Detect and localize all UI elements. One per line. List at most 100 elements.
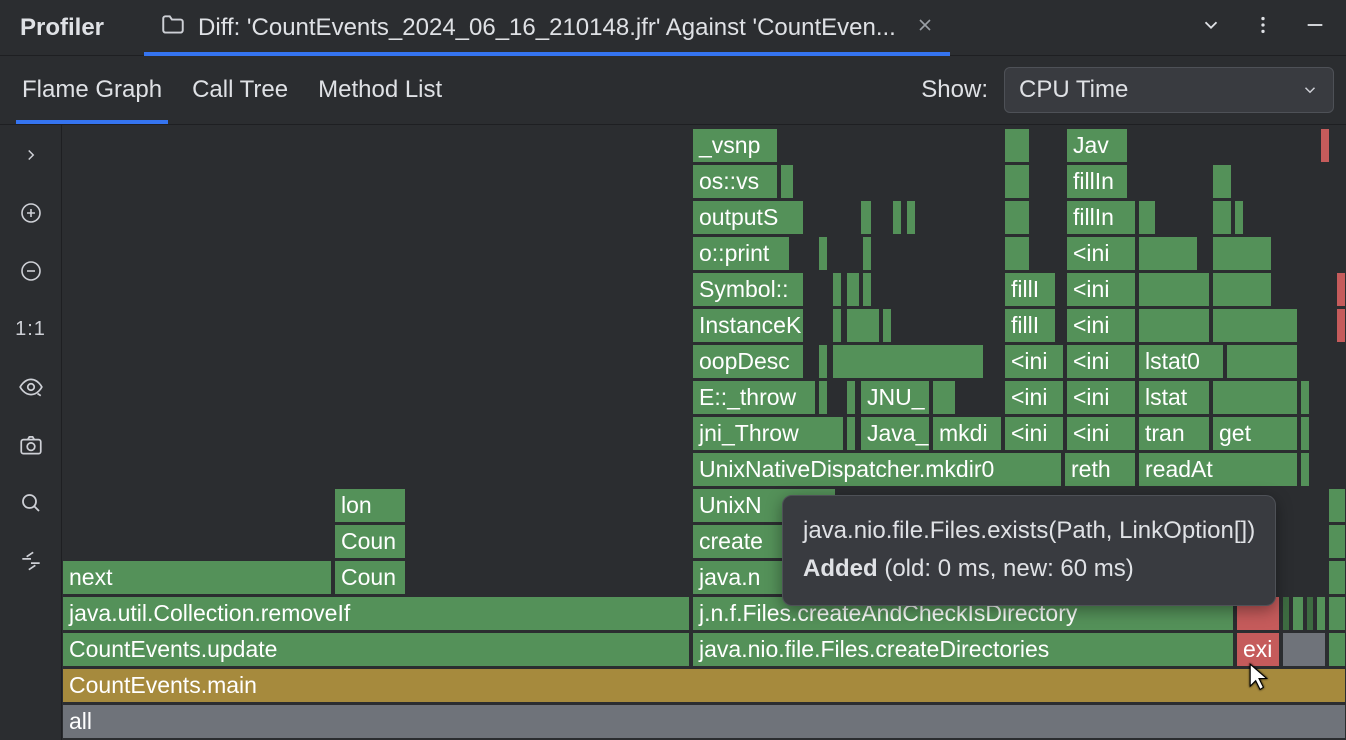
flame-frame[interactable]	[1138, 236, 1198, 271]
flame-frame[interactable]: CountEvents.main	[62, 668, 1346, 703]
flame-frame[interactable]: fillIn	[1066, 200, 1136, 235]
flame-frame[interactable]	[1212, 164, 1232, 199]
flame-frame[interactable]	[1328, 488, 1346, 523]
flame-frame[interactable]	[1336, 308, 1346, 343]
flame-frame[interactable]	[818, 380, 828, 415]
reset-zoom-button[interactable]: 1:1	[15, 313, 47, 345]
minimize-icon[interactable]	[1304, 14, 1326, 41]
flame-frame[interactable]	[906, 200, 916, 235]
flame-frame[interactable]: CountEvents.update	[62, 632, 690, 667]
flame-frame[interactable]: all	[62, 704, 1346, 739]
show-dropdown[interactable]: CPU Time	[1004, 67, 1334, 113]
flame-frame[interactable]	[1138, 308, 1210, 343]
file-tab[interactable]: Diff: 'CountEvents_2024_06_16_210148.jfr…	[144, 0, 950, 55]
flame-frame[interactable]	[846, 416, 856, 451]
flame-frame[interactable]	[882, 308, 892, 343]
flame-frame[interactable]	[892, 200, 902, 235]
flame-frame[interactable]: fillI	[1004, 272, 1056, 307]
flame-frame[interactable]: reth	[1064, 452, 1136, 487]
flame-frame[interactable]	[862, 236, 872, 271]
zoom-in-icon[interactable]	[15, 197, 47, 229]
flame-frame[interactable]: Symbol::	[692, 272, 804, 307]
flame-frame[interactable]	[1212, 236, 1272, 271]
zoom-out-icon[interactable]	[15, 255, 47, 287]
flame-frame[interactable]	[1282, 632, 1326, 667]
flame-graph-area[interactable]: allCountEvents.mainCountEvents.updatejav…	[62, 125, 1346, 740]
flame-frame[interactable]: fillIn	[1066, 164, 1128, 199]
flame-frame[interactable]: Java_	[860, 416, 930, 451]
close-icon[interactable]	[916, 16, 934, 39]
flame-frame[interactable]	[932, 380, 956, 415]
flame-frame[interactable]	[1004, 164, 1030, 199]
flame-frame[interactable]	[1226, 344, 1298, 379]
flame-frame[interactable]: <ini	[1004, 416, 1064, 451]
flame-frame[interactable]	[1234, 200, 1244, 235]
tab-flame-graph[interactable]: Flame Graph	[22, 56, 162, 124]
more-vertical-icon[interactable]	[1252, 14, 1274, 41]
camera-icon[interactable]	[15, 429, 47, 461]
flame-frame[interactable]	[1138, 200, 1156, 235]
flame-frame[interactable]: <ini	[1066, 308, 1136, 343]
flame-frame[interactable]	[1212, 272, 1272, 307]
flame-frame[interactable]	[1212, 200, 1232, 235]
flame-frame[interactable]: o::print	[692, 236, 790, 271]
flame-frame[interactable]: <ini	[1066, 236, 1136, 271]
flame-frame[interactable]: lon	[334, 488, 406, 523]
flame-frame[interactable]	[860, 200, 872, 235]
flame-frame[interactable]: Coun	[334, 524, 406, 559]
flame-frame[interactable]: <ini	[1066, 416, 1136, 451]
flame-frame[interactable]	[1336, 272, 1346, 307]
flame-frame[interactable]: next	[62, 560, 332, 595]
flame-frame[interactable]: os::vs	[692, 164, 778, 199]
flame-frame[interactable]	[1004, 236, 1030, 271]
flame-frame[interactable]	[1328, 596, 1346, 631]
flame-frame[interactable]: <ini	[1066, 344, 1136, 379]
flame-frame[interactable]: java.nio.file.Files.createDirectories	[692, 632, 1234, 667]
flame-frame[interactable]	[862, 272, 872, 307]
flame-frame[interactable]	[846, 380, 856, 415]
flame-frame[interactable]: JNU_	[860, 380, 930, 415]
flame-frame[interactable]	[780, 164, 794, 199]
flame-frame[interactable]	[1004, 200, 1030, 235]
tab-call-tree[interactable]: Call Tree	[192, 56, 288, 124]
flame-frame[interactable]: fillI	[1004, 308, 1056, 343]
flame-frame[interactable]: InstanceK	[692, 308, 804, 343]
expand-icon[interactable]	[15, 139, 47, 171]
search-icon[interactable]	[15, 487, 47, 519]
flame-frame[interactable]	[818, 344, 828, 379]
flame-frame[interactable]: Jav	[1066, 128, 1128, 163]
flame-frame[interactable]	[1292, 596, 1304, 631]
eye-icon[interactable]	[15, 371, 47, 403]
flame-frame[interactable]: <ini	[1066, 380, 1136, 415]
flame-frame[interactable]: lstat0	[1138, 344, 1224, 379]
flame-frame[interactable]	[1004, 128, 1030, 163]
flame-frame[interactable]: <ini	[1066, 272, 1136, 307]
flame-frame[interactable]: _vsnp	[692, 128, 778, 163]
flame-frame[interactable]: jni_Throw	[692, 416, 844, 451]
collapse-icon[interactable]	[15, 545, 47, 577]
flame-frame[interactable]	[1316, 596, 1326, 631]
flame-frame[interactable]	[1138, 272, 1210, 307]
flame-frame[interactable]	[1306, 596, 1314, 631]
tab-method-list[interactable]: Method List	[318, 56, 442, 124]
flame-frame[interactable]	[1300, 416, 1310, 451]
flame-frame[interactable]	[1212, 308, 1298, 343]
flame-frame[interactable]: E::_throw	[692, 380, 816, 415]
flame-frame[interactable]: exi	[1236, 632, 1280, 667]
flame-frame[interactable]: mkdi	[932, 416, 1002, 451]
flame-frame[interactable]	[1328, 560, 1346, 595]
flame-frame[interactable]	[1212, 380, 1298, 415]
flame-frame[interactable]: Coun	[334, 560, 406, 595]
flame-frame[interactable]	[1282, 596, 1290, 631]
flame-frame[interactable]: java.util.Collection.removeIf	[62, 596, 690, 631]
flame-frame[interactable]: get	[1212, 416, 1298, 451]
chevron-down-icon[interactable]	[1200, 14, 1222, 41]
flame-frame[interactable]: <ini	[1004, 380, 1064, 415]
flame-frame[interactable]: lstat	[1138, 380, 1210, 415]
flame-frame[interactable]: tran	[1138, 416, 1210, 451]
flame-frame[interactable]	[832, 272, 842, 307]
flame-frame[interactable]	[832, 344, 984, 379]
flame-frame[interactable]: UnixNativeDispatcher.mkdir0	[692, 452, 1062, 487]
flame-frame[interactable]	[818, 236, 828, 271]
flame-frame[interactable]	[1300, 380, 1310, 415]
